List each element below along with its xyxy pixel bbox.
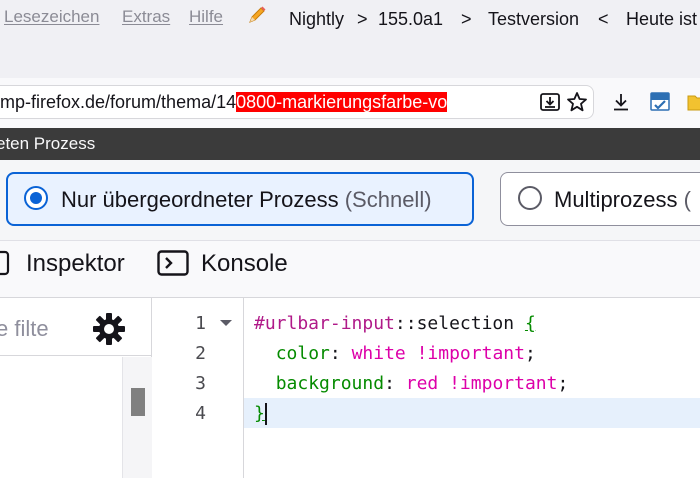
save-page-icon[interactable] xyxy=(538,90,562,114)
radio-unselected[interactable] xyxy=(518,186,542,210)
version-channel: Nightly xyxy=(289,9,345,29)
filter-input[interactable]: e filte xyxy=(0,316,49,342)
tab-inspector[interactable]: Inspektor xyxy=(26,250,125,278)
url-text[interactable]: mp-firefox.de/forum/thema/140800-markier… xyxy=(0,92,448,113)
code-line-1: #urlbar-input::selection { xyxy=(254,313,536,334)
folder-icon[interactable] xyxy=(686,90,700,114)
dialog-title: eten Prozess xyxy=(0,134,96,153)
text-caret xyxy=(265,403,267,425)
version-number: 155.0a1 xyxy=(378,9,444,29)
code-line-2: color: white !important; xyxy=(275,343,536,364)
code-line-4: } xyxy=(254,403,265,424)
scrollbar-track[interactable] xyxy=(122,357,152,478)
separator: < xyxy=(598,9,609,29)
line-number: 2 xyxy=(195,343,206,364)
menu-help[interactable]: Hilfe xyxy=(189,7,223,27)
code-line-3: background: red !important; xyxy=(275,373,569,394)
line-number: 1 xyxy=(195,313,206,334)
parent-process-label: Nur übergeordneter Prozess (Schnell) xyxy=(61,187,432,212)
line-number: 3 xyxy=(195,373,206,394)
url-selection: 0800-markierungsfarbe-vo xyxy=(236,92,448,112)
separator: > xyxy=(461,9,472,29)
line-number: 4 xyxy=(195,403,206,424)
radio-selected[interactable] xyxy=(24,186,48,210)
active-line xyxy=(244,398,700,428)
w3c-validator-icon[interactable] xyxy=(648,90,672,114)
menu-extras[interactable]: Extras xyxy=(122,7,170,27)
console-icon[interactable] xyxy=(157,250,189,276)
tab-console[interactable]: Konsole xyxy=(201,250,288,278)
menu-bookmarks[interactable]: Lesezeichen xyxy=(4,7,99,27)
separator: > xyxy=(357,9,368,29)
today-text: Heute ist xyxy=(626,9,698,29)
fold-arrow-icon[interactable] xyxy=(218,318,234,328)
menu-bar xyxy=(0,0,700,78)
version-status: Testversion xyxy=(488,9,580,29)
bookmark-star-icon[interactable] xyxy=(565,90,589,114)
inspector-icon[interactable] xyxy=(0,250,12,276)
dialog-titlebar xyxy=(0,128,700,160)
multiprocess-label: Multiprozess ( xyxy=(554,187,691,212)
download-icon[interactable] xyxy=(609,90,633,114)
gear-icon[interactable] xyxy=(92,312,126,346)
scrollbar-thumb[interactable] xyxy=(131,388,145,416)
pencil-icon[interactable] xyxy=(246,4,268,26)
